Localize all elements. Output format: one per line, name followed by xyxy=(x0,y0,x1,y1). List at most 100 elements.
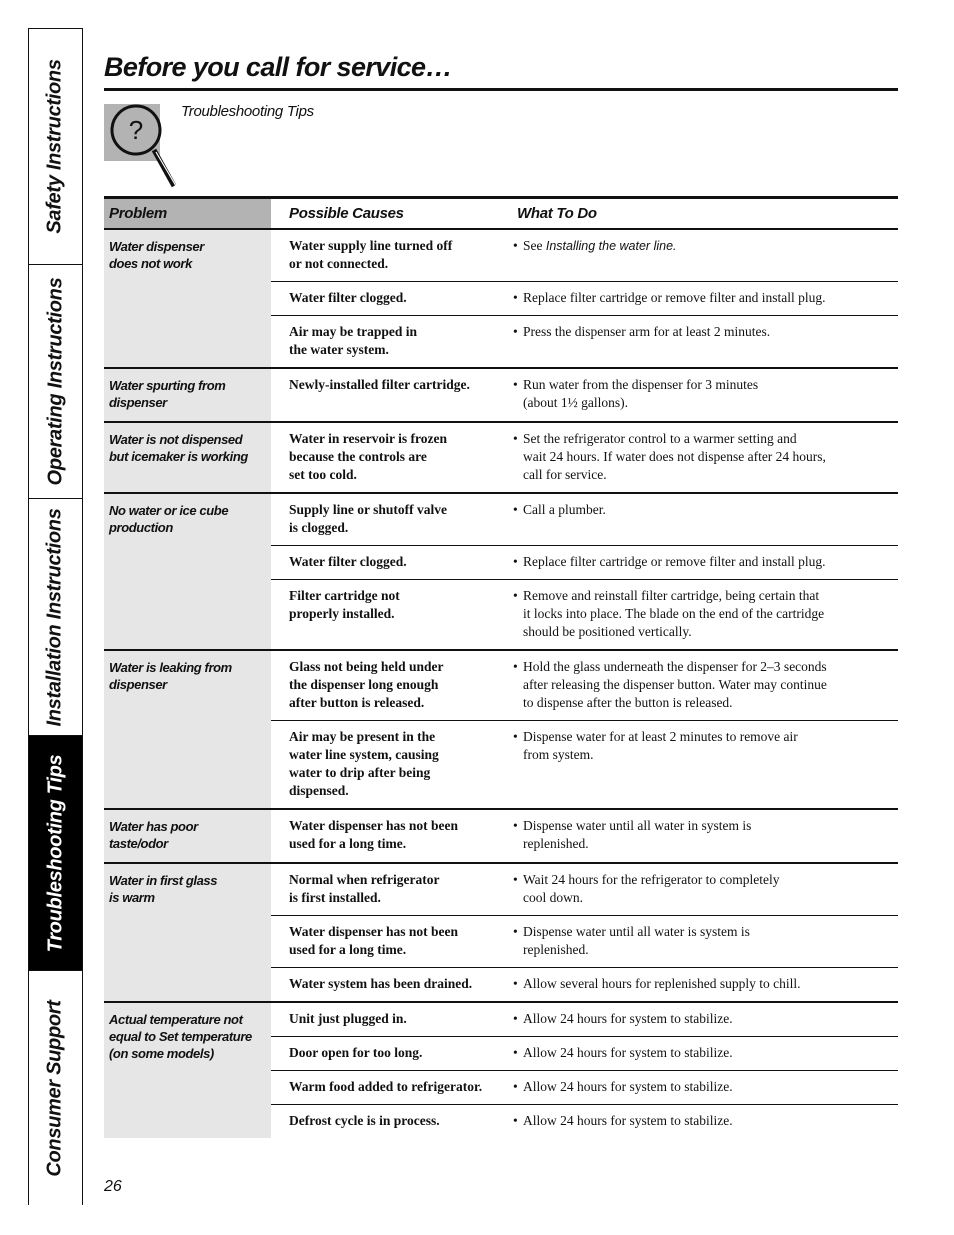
bullet-icon: • xyxy=(513,818,518,833)
what-to-do-text: Replace filter cartridge or remove filte… xyxy=(523,290,826,305)
problem-group: Water in first glass is warm Normal when … xyxy=(104,864,898,1003)
table-row: Water dispenser has not been used for a … xyxy=(271,810,898,861)
table-row: Water system has been drained. • Allow sev… xyxy=(271,968,898,1001)
magnifying-glass-question-icon: ? xyxy=(110,104,177,188)
table-row: Newly-installed filter cartridge. • Run wa… xyxy=(271,369,898,420)
table-row: Door open for too long. • Allow 24 hours f… xyxy=(271,1037,898,1071)
possible-cause-cell: Air may be trapped in the water system. xyxy=(289,324,418,357)
possible-cause-cell: Water system has been drained. xyxy=(289,976,473,991)
causes-list: Supply line or shutoff valve is clogged.… xyxy=(271,494,898,649)
table-row: Normal when refrigerator is first instal… xyxy=(271,864,898,916)
what-to-do-text: Set the refrigerator control to a warmer… xyxy=(523,431,826,482)
tab-label: Operating Instructions xyxy=(44,277,66,486)
problem-group: Water has poor taste/odor Water dispenser… xyxy=(104,810,898,864)
problem-group: Actual temperature not equal to Set temp… xyxy=(104,1003,898,1138)
bullet-icon: • xyxy=(513,1079,518,1094)
table-row: Water supply line turned off or not conn… xyxy=(271,230,898,282)
page-number: 26 xyxy=(104,1178,122,1195)
bullet-icon: • xyxy=(513,588,518,603)
what-to-do-cell: • Replace filter cartridge or remove filt… xyxy=(500,546,898,579)
table-row: Defrost cycle is in process. • Allow 24 ho… xyxy=(271,1105,898,1138)
problem-cell: Water in first glass is warm xyxy=(104,864,271,1001)
what-to-do-cell: • Dispense water for at least 2 minutes t… xyxy=(500,721,898,808)
bullet-icon: • xyxy=(513,659,518,674)
tab-safety-instructions[interactable]: Safety Instructions xyxy=(29,29,82,265)
what-to-do-cell: • Call a plumber. xyxy=(500,494,898,545)
possible-cause-cell: Water dispenser has not been used for a … xyxy=(289,924,459,957)
section-tabs: Safety Instructions Operating Instructio… xyxy=(28,28,83,1206)
what-to-do-text: Dispense water until all water is system… xyxy=(523,924,750,957)
table-row: Air may be trapped in the water system. •… xyxy=(271,316,898,367)
causes-list: Newly-installed filter cartridge. • Run wa… xyxy=(271,369,898,421)
what-to-do-text: Press the dispenser arm for at least 2 m… xyxy=(523,324,771,339)
what-to-do-text: Wait 24 hours for the refrigerator to co… xyxy=(523,872,780,905)
possible-cause-cell: Warm food added to refrigerator. xyxy=(289,1079,483,1094)
what-to-do-cell: • Hold the glass underneath the dispenser… xyxy=(500,651,898,720)
bullet-icon: • xyxy=(513,324,518,339)
problem-cell: No water or ice cube production xyxy=(104,494,271,649)
possible-cause-cell: Water in reservoir is frozen because the… xyxy=(289,431,447,482)
possible-cause-cell: Air may be present in the water line sys… xyxy=(289,729,439,798)
bullet-icon: • xyxy=(513,872,518,887)
what-to-do-cell: • Set the refrigerator control to a warme… xyxy=(500,423,898,492)
table-row: Filter cartridge not properly installed.… xyxy=(271,580,898,649)
problem-group: Water is leaking from dispenser Glass not… xyxy=(104,651,898,810)
what-to-do-cell: • Replace filter cartridge or remove filt… xyxy=(500,282,898,315)
what-to-do-text: Allow 24 hours for system to stabilize. xyxy=(523,1113,733,1128)
what-to-do-cell: • Wait 24 hours for the refrigerator to c… xyxy=(500,864,898,915)
tab-label: Installation Instructions xyxy=(44,507,67,727)
causes-list: Glass not being held under the dispenser… xyxy=(271,651,898,808)
tab-consumer-support[interactable]: Consumer Support xyxy=(29,971,82,1206)
bullet-icon: • xyxy=(513,554,518,569)
tab-label: Consumer Support xyxy=(44,1000,67,1177)
what-to-do-cell: • Allow several hours for replenished sup… xyxy=(500,968,898,1001)
tab-label: Troubleshooting Tips xyxy=(44,754,67,952)
table-row: Unit just plugged in. • Allow 24 hours for… xyxy=(271,1003,898,1037)
causes-list: Unit just plugged in. • Allow 24 hours for… xyxy=(271,1003,898,1138)
cross-reference-link[interactable]: Installing the water line. xyxy=(546,239,677,253)
causes-list: Water in reservoir is frozen because the… xyxy=(271,423,898,492)
what-to-do-cell: • Press the dispenser arm for at least 2 … xyxy=(500,316,898,367)
bullet-icon: • xyxy=(513,238,518,253)
tab-troubleshooting-tips[interactable]: Troubleshooting Tips xyxy=(29,736,82,971)
bullet-icon: • xyxy=(513,976,518,991)
table-row: Water dispenser has not been used for a … xyxy=(271,916,898,968)
table-row: Water in reservoir is frozen because the… xyxy=(271,423,898,492)
tab-label: Safety Instructions xyxy=(44,59,66,234)
table-row: Warm food added to refrigerator. • Allow 2… xyxy=(271,1071,898,1105)
bullet-icon: • xyxy=(513,290,518,305)
tab-operating-instructions[interactable]: Operating Instructions xyxy=(29,265,82,499)
what-to-do-text: Allow several hours for replenished supp… xyxy=(523,976,801,991)
what-to-do-text: Allow 24 hours for system to stabilize. xyxy=(523,1011,733,1026)
table-header: Problem Possible Causes What To Do xyxy=(104,196,898,230)
column-header-problem: Problem xyxy=(104,199,271,228)
what-to-do-text: Allow 24 hours for system to stabilize. xyxy=(523,1079,733,1094)
tab-installation-instructions[interactable]: Installation Instructions xyxy=(29,499,82,736)
possible-cause-cell: Supply line or shutoff valve is clogged. xyxy=(289,502,448,535)
table-body: Water dispenser does not work Water suppl… xyxy=(104,230,898,1138)
causes-list: Normal when refrigerator is first instal… xyxy=(271,864,898,1001)
table-row: Water filter clogged. • Replace filter car… xyxy=(271,546,898,580)
problem-cell: Water is leaking from dispenser xyxy=(104,651,271,808)
problem-group: Water spurting from dispenser Newly-insta… xyxy=(104,369,898,423)
problem-group: Water dispenser does not work Water suppl… xyxy=(104,230,898,369)
problem-cell: Water spurting from dispenser xyxy=(104,369,271,421)
bullet-icon: • xyxy=(513,729,518,744)
table-row: Air may be present in the water line sys… xyxy=(271,721,898,808)
section-subtitle: Troubleshooting Tips xyxy=(181,103,314,120)
possible-cause-cell: Glass not being held under the dispenser… xyxy=(289,659,444,710)
bullet-icon: • xyxy=(513,377,518,392)
what-to-do-text: See Installing the water line. xyxy=(513,237,896,255)
causes-list: Water supply line turned off or not conn… xyxy=(271,230,898,367)
table-row: Glass not being held under the dispenser… xyxy=(271,651,898,721)
table-row: Supply line or shutoff valve is clogged.… xyxy=(271,494,898,546)
possible-cause-cell: Normal when refrigerator is first instal… xyxy=(289,872,440,905)
what-to-do-text: Run water from the dispenser for 3 minut… xyxy=(523,377,759,410)
possible-cause-cell: Unit just plugged in. xyxy=(289,1011,407,1026)
what-to-do-cell: • Allow 24 hours for system to stabilize. xyxy=(500,1003,898,1036)
what-to-do-cell: • Allow 24 hours for system to stabilize. xyxy=(500,1037,898,1070)
what-to-do-cell: • Remove and reinstall filter cartridge, … xyxy=(500,580,898,649)
what-to-do-cell: • Dispense water until all water is syste… xyxy=(500,916,898,967)
bullet-icon: • xyxy=(513,1045,518,1060)
problem-cell: Actual temperature not equal to Set temp… xyxy=(104,1003,271,1138)
